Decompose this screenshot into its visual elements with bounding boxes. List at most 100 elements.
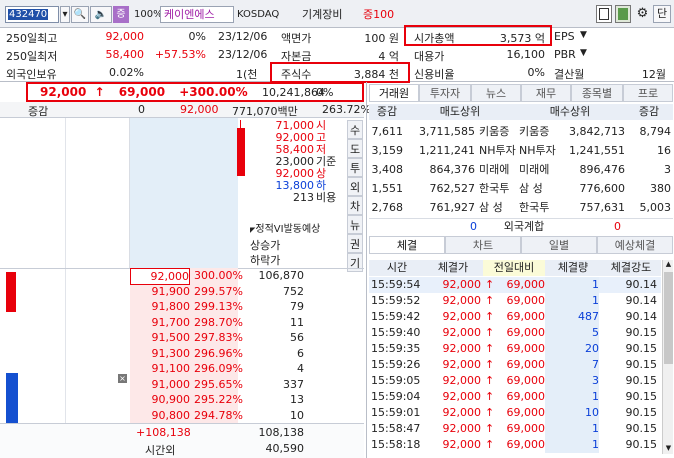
broker-row[interactable]: 3,159 1,211,241 NH투자 NH투자 1,241,551 16: [369, 141, 673, 160]
up-arrow-icon: ↑: [485, 342, 495, 355]
order-row[interactable]: 92,000 300.00% 106,870: [0, 268, 364, 285]
order-pct: 295.65%: [194, 377, 243, 391]
order-row[interactable]: 91,100 296.09% 4: [0, 361, 364, 377]
order-pct: 299.57%: [194, 284, 243, 298]
order-price: 91,000: [151, 377, 191, 391]
order-row[interactable]: 91,800 299.13% 79: [0, 299, 364, 315]
trade-row[interactable]: 15:59:01 92,000 ↑ 69,000 10 90.15: [369, 405, 661, 421]
broker-tab-5[interactable]: 프로: [623, 84, 673, 102]
order-row[interactable]: 90,900 295.22% 13: [0, 392, 364, 408]
order-qty: 752: [283, 284, 304, 298]
order-price: 92,000: [130, 268, 190, 285]
broker-row[interactable]: 2,768 761,927 삼 성 한국투 757,631 5,003: [369, 198, 673, 217]
info-date: 23/12/06: [218, 30, 268, 43]
broker-tab-0[interactable]: 거래원: [369, 84, 419, 102]
broker-cell: 7,611: [371, 125, 404, 138]
broker-tab-1[interactable]: 투자자: [419, 84, 471, 102]
sound-icon[interactable]: 🔈: [90, 6, 112, 23]
info-date: 23/12/06: [218, 48, 268, 61]
bottom-summary: +108,138 108,138 시간외 40,590: [0, 423, 364, 458]
close-icon[interactable]: ×: [118, 374, 127, 383]
trade-tab-0[interactable]: 체결: [369, 236, 445, 254]
vtab-4[interactable]: 차: [347, 196, 363, 215]
fund-badge[interactable]: 증: [113, 6, 129, 23]
order-row[interactable]: 91,000 295.65% 337: [0, 377, 364, 393]
info-value: 100 원: [364, 32, 399, 45]
window-icon[interactable]: [596, 5, 612, 23]
trade-time: 15:59:35: [371, 342, 421, 355]
trade-strength: 90.15: [625, 406, 658, 419]
broker-cell: 3,842,713: [569, 125, 625, 138]
trade-qty: 487: [545, 309, 599, 325]
stock-code-input[interactable]: 432470: [5, 6, 59, 23]
stock-name[interactable]: 케이엔에스: [160, 6, 234, 23]
trade-row[interactable]: 15:59:05 92,000 ↑ 69,000 3 90.15: [369, 373, 661, 389]
trade-row[interactable]: 15:59:52 92,000 ↑ 69,000 1 90.14: [369, 293, 661, 309]
eps-dropdown[interactable]: ▼: [580, 30, 587, 40]
order-row[interactable]: 91,300 296.96% 6: [0, 346, 364, 362]
pbr-dropdown[interactable]: ▼: [580, 48, 587, 58]
vi-down: 하락가: [250, 254, 281, 267]
order-price: 91,500: [151, 331, 191, 344]
trade-tab-2[interactable]: 일별: [521, 236, 597, 254]
trade-row[interactable]: 15:59:42 92,000 ↑ 69,000 487 90.14: [369, 309, 661, 325]
broker-cell: 3: [664, 163, 671, 176]
gear-icon[interactable]: ⚙: [634, 5, 651, 23]
trade-tab-3[interactable]: 예상체결: [597, 236, 673, 254]
vtab-1[interactable]: 도: [347, 139, 363, 158]
trade-change: 69,000: [506, 406, 546, 419]
right-panel: 거래원 투자자 뉴스 재무 종목별 프로 증감 매도상위 매수상위 증감 7,611 3,7…: [366, 82, 674, 458]
trade-strength: 90.14: [625, 278, 658, 291]
trade-amount: 771,070백만: [232, 105, 298, 118]
code-dropdown[interactable]: ▾: [60, 6, 70, 23]
order-pct: 297.83%: [194, 331, 243, 344]
order-row[interactable]: 91,700 298.70% 11: [0, 315, 364, 331]
vtab-3[interactable]: 외: [347, 177, 363, 196]
order-row[interactable]: 90,800 294.78% 10: [0, 408, 364, 424]
amount-pct: 263.72%: [322, 103, 371, 116]
broker-tab-4[interactable]: 종목별: [571, 84, 623, 102]
broker-row[interactable]: 7,611 3,711,585 키움증 키움증 3,842,713 8,794: [369, 122, 673, 141]
trade-qty: 1: [545, 389, 599, 405]
price-row2: 증감 0 92,000 771,070백만 263.72%: [0, 102, 371, 118]
vtab-6[interactable]: 권: [347, 234, 363, 253]
order-pct: 298.70%: [194, 315, 243, 329]
order-row[interactable]: 91,900 299.57% 752: [0, 284, 364, 300]
trade-row[interactable]: 15:59:35 92,000 ↑ 69,000 20 90.15: [369, 341, 661, 357]
scroll-thumb[interactable]: [664, 272, 673, 364]
foreign-row: 0 외국계합 0: [369, 218, 673, 234]
trade-row[interactable]: 15:59:54 92,000 ↑ 69,000 1 90.14: [369, 277, 661, 293]
broker-cell: 3,159: [371, 144, 404, 157]
broker-tab-2[interactable]: 뉴스: [471, 84, 521, 102]
trade-row[interactable]: 15:59:26 92,000 ↑ 69,000 7 90.15: [369, 357, 661, 373]
order-qty: 79: [290, 300, 304, 313]
info-rate: 0%: [188, 30, 206, 43]
unit-button[interactable]: 단: [653, 5, 671, 23]
trade-time: 15:59:42: [371, 310, 421, 323]
trade-row[interactable]: 15:59:04 92,000 ↑ 69,000 1 90.15: [369, 389, 661, 405]
order-row[interactable]: 91,500 297.83% 56: [0, 330, 364, 346]
trade-row[interactable]: 15:59:40 92,000 ↑ 69,000 5 90.15: [369, 325, 661, 341]
scrollbar[interactable]: ▲ ▼: [662, 260, 673, 454]
trade-row[interactable]: 15:58:47 92,000 ↑ 69,000 1 90.15: [369, 421, 661, 437]
search-icon[interactable]: 🔍: [71, 6, 89, 23]
trade-tab-1[interactable]: 차트: [445, 236, 521, 254]
broker-row[interactable]: 3,408 864,376 미래에 미래에 896,476 3: [369, 160, 673, 179]
trade-strength: 90.15: [625, 326, 658, 339]
vtab-5[interactable]: 뉴: [347, 215, 363, 234]
layout-icon[interactable]: [615, 5, 631, 23]
info-row-0: 250일최고 92,000 0% 23/12/06 액면가 100 원 시가총액…: [0, 28, 674, 46]
up-arrow-icon: ↑: [485, 406, 495, 419]
change-zero: 0: [138, 103, 145, 116]
order-qty: 11: [290, 315, 304, 329]
broker-cell: 776,600: [579, 182, 626, 195]
vtab-2[interactable]: 투: [347, 158, 363, 177]
trade-qty: 5: [545, 325, 599, 341]
trade-row[interactable]: 15:58:18 92,000 ↑ 69,000 1 90.15: [369, 437, 661, 453]
vtab-0[interactable]: 수: [347, 120, 363, 139]
pct-label: 100%: [134, 9, 163, 20]
margin-label: 증100: [363, 8, 395, 21]
broker-cell: 삼 성: [479, 201, 503, 214]
broker-tab-3[interactable]: 재무: [521, 84, 571, 102]
broker-row[interactable]: 1,551 762,527 한국투 삼 성 776,600 380: [369, 179, 673, 198]
